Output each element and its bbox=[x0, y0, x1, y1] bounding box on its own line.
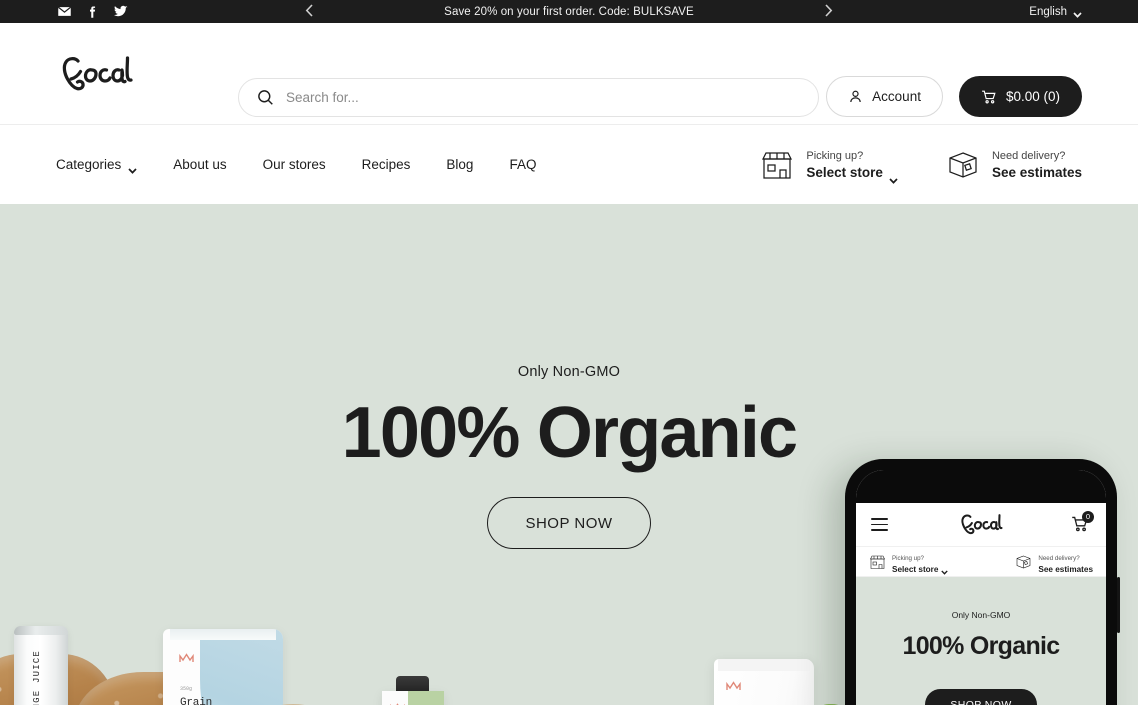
phone-cart-button[interactable]: 0 bbox=[1071, 510, 1094, 535]
nav-item-categories[interactable]: Categories bbox=[56, 157, 137, 174]
bag-crimp bbox=[718, 659, 810, 671]
nav-item-recipes[interactable]: Recipes bbox=[362, 157, 411, 172]
package-box-icon bbox=[1015, 554, 1032, 570]
phone-pickup-action-label: Select store bbox=[892, 565, 939, 575]
user-icon bbox=[850, 90, 861, 103]
nav-links: Categories About us Our stores Recipes B… bbox=[56, 157, 536, 174]
nav-label: FAQ bbox=[509, 157, 537, 172]
twitter-icon[interactable] bbox=[113, 4, 128, 19]
site-header: Account $0.00 (0) bbox=[0, 23, 1138, 124]
account-label: Account bbox=[872, 89, 921, 104]
cart-button[interactable]: $0.00 (0) bbox=[958, 76, 1082, 117]
delivery-action-label: See estimates bbox=[991, 165, 1082, 181]
language-label: English bbox=[1029, 5, 1067, 18]
phone-delivery-action: See estimates bbox=[1038, 565, 1093, 576]
delivery-text: Need delivery? See estimates bbox=[992, 146, 1082, 182]
nav-item-faq[interactable]: FAQ bbox=[509, 157, 536, 172]
brand-mark-icon bbox=[390, 701, 405, 705]
hero-kicker: Only Non-GMO bbox=[517, 364, 621, 380]
phone-pickup-action: Select store bbox=[892, 565, 949, 576]
phone-delivery-text: Need delivery? See estimates bbox=[1038, 547, 1093, 576]
logo-local[interactable] bbox=[56, 51, 136, 97]
chevron-down-icon bbox=[128, 162, 137, 174]
phone-logo-local[interactable] bbox=[856, 511, 1106, 538]
hero-banner: ORANGE JUICE 350g Grain Free Puffs 100% … bbox=[0, 204, 1138, 705]
phone-notch-area bbox=[856, 470, 1106, 503]
announcement-bar: Save 20% on your first order. Code: BULK… bbox=[0, 0, 1138, 23]
header-actions: Account $0.00 (0) bbox=[826, 76, 1082, 117]
phone-delivery-estimates[interactable]: Need delivery? See estimates bbox=[1015, 547, 1093, 576]
bag-blue-panel bbox=[200, 629, 283, 705]
pickup-action-label: Select store bbox=[806, 165, 883, 181]
search-bar[interactable] bbox=[238, 78, 819, 117]
bag-crimp bbox=[170, 629, 276, 640]
phone-delivery-action-label: See estimates bbox=[1038, 565, 1093, 575]
chevron-down-icon bbox=[941, 568, 949, 575]
phone-screen: 0 Picking up? Select store Need delivery… bbox=[856, 470, 1106, 705]
main-navigation: Categories About us Our stores Recipes B… bbox=[0, 124, 1138, 204]
pickup-text: Picking up? Select store bbox=[806, 146, 898, 184]
nav-label: Categories bbox=[56, 157, 122, 172]
chevron-down-icon bbox=[1073, 9, 1082, 18]
pickup-action: Select store bbox=[806, 164, 898, 184]
hero-title: 100% Organic bbox=[341, 393, 798, 473]
can-lid bbox=[14, 626, 68, 635]
social-links bbox=[57, 4, 128, 19]
can-label-text: ORANGE JUICE bbox=[32, 650, 42, 705]
grain-free-puffs-bag: 350g Grain Free Puffs 100% organic bbox=[163, 629, 283, 705]
phone-delivery-question: Need delivery? bbox=[1038, 555, 1080, 563]
nav-label: About us bbox=[173, 157, 227, 172]
announcement-carousel: Save 20% on your first order. Code: BULK… bbox=[0, 4, 1138, 19]
brand-mark-icon bbox=[179, 651, 194, 662]
shop-now-button[interactable]: SHOP NOW bbox=[487, 497, 651, 549]
cart-count-badge: 0 bbox=[1082, 510, 1094, 523]
phone-side-button bbox=[1117, 577, 1120, 633]
phone-hero-products bbox=[856, 577, 1106, 705]
search-input[interactable] bbox=[286, 90, 800, 105]
phone-pickup-question: Picking up? bbox=[892, 555, 924, 563]
chevron-down-icon bbox=[889, 171, 898, 184]
storefront-icon bbox=[869, 554, 886, 570]
package-box-icon bbox=[946, 149, 980, 181]
bag-weight: 350g bbox=[180, 686, 193, 692]
announcement-next-arrow[interactable] bbox=[814, 4, 844, 19]
nav-services: Picking up? Select store Need delivery? … bbox=[760, 146, 1082, 184]
page-root: Save 20% on your first order. Code: BULK… bbox=[0, 0, 1138, 705]
carton-green-panel bbox=[407, 691, 444, 705]
brand-mark-icon bbox=[726, 679, 741, 690]
announcement-prev-arrow[interactable] bbox=[294, 4, 324, 19]
phone-top-bar: 0 bbox=[856, 503, 1106, 547]
storefront-icon bbox=[760, 149, 794, 181]
delivery-estimates[interactable]: Need delivery? See estimates bbox=[946, 146, 1082, 182]
phone-service-bar: Picking up? Select store Need delivery? … bbox=[856, 547, 1106, 577]
mail-icon[interactable] bbox=[57, 4, 72, 19]
nav-label: Our stores bbox=[262, 157, 326, 172]
phone-pickup-text: Picking up? Select store bbox=[892, 547, 949, 576]
pickup-question: Picking up? bbox=[806, 150, 864, 163]
announcement-message: Save 20% on your first order. Code: BULK… bbox=[444, 5, 694, 18]
nav-item-our-stores[interactable]: Our stores bbox=[263, 157, 326, 172]
phone-mockup: 0 Picking up? Select store Need delivery… bbox=[845, 459, 1120, 705]
phone-hero-banner: Only Non-GMO 100% Organic SHOP NOW bbox=[856, 577, 1106, 705]
orange-juice-can: ORANGE JUICE bbox=[14, 626, 68, 705]
cart-total-label: $0.00 (0) bbox=[1005, 89, 1060, 104]
coconut-drink-carton: 330ml Coconut drink without sugar 100% o… bbox=[382, 691, 444, 705]
nav-item-blog[interactable]: Blog bbox=[446, 157, 473, 172]
bag-product-name: Grain Free Puffs bbox=[180, 697, 213, 705]
delivery-action: See estimates bbox=[992, 164, 1082, 182]
facebook-icon[interactable] bbox=[85, 4, 100, 19]
account-button[interactable]: Account bbox=[826, 76, 943, 117]
language-selector[interactable]: English bbox=[1029, 6, 1082, 18]
multi-mix-flour-bag: 1000gr Multi Mix FLOUR Gluten free bbox=[714, 659, 814, 705]
nav-label: Blog bbox=[446, 157, 474, 172]
hamburger-menu-icon[interactable] bbox=[871, 515, 888, 534]
delivery-question: Need delivery? bbox=[991, 150, 1066, 163]
nav-item-about-us[interactable]: About us bbox=[173, 157, 226, 172]
cart-icon bbox=[982, 90, 996, 103]
phone-pickup-store-selector[interactable]: Picking up? Select store bbox=[869, 547, 949, 576]
pickup-store-selector[interactable]: Picking up? Select store bbox=[760, 146, 898, 184]
search-icon bbox=[258, 90, 273, 105]
nav-label: Recipes bbox=[361, 157, 411, 172]
